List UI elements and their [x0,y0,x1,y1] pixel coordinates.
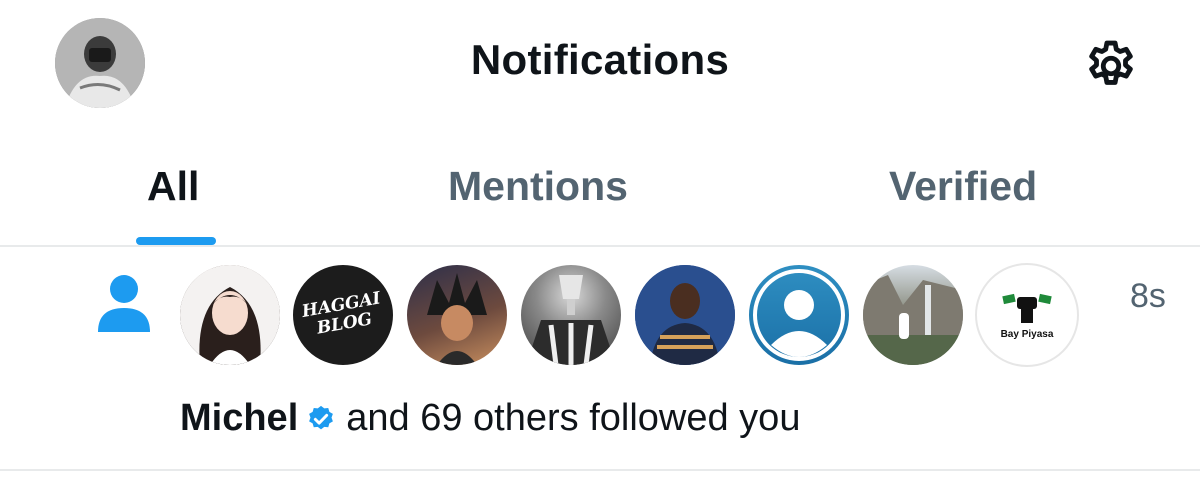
tab-mentions[interactable]: Mentions [448,163,628,210]
header: Notifications [0,0,1200,125]
notification-divider [0,469,1200,471]
follower-avatar[interactable] [178,263,282,367]
bay-piyasa-label: Bay Piyasa [1000,328,1054,340]
follower-avatar[interactable] [519,263,623,367]
tab-verified[interactable]: Verified [889,163,1037,210]
notification-message: and 69 others followed you [346,397,801,439]
follower-name[interactable]: Michel [180,397,298,439]
active-tab-indicator [136,237,216,245]
follower-avatar[interactable]: HAGGAI BLOG [291,263,395,367]
tab-all[interactable]: All [147,163,199,210]
person-icon [98,275,150,332]
tab-bar: All Mentions Verified [0,125,1200,245]
notification-text: Michel and 69 others followed you [180,397,800,440]
notification-item[interactable]: HAGGAI BLOG Bay Piyasa 8s Michel and 69 … [0,247,1200,469]
notification-time: 8s [1130,277,1166,315]
follower-avatar[interactable] [405,263,509,367]
follower-avatar[interactable] [633,263,737,367]
gear-icon [1089,40,1133,85]
verified-badge-icon [309,405,334,430]
follower-avatar[interactable] [861,263,965,367]
follower-avatar[interactable]: Bay Piyasa [975,263,1079,367]
bay-piyasa-logo-icon [1002,293,1052,323]
page-title: Notifications [470,36,730,83]
follower-avatar[interactable] [747,263,851,367]
settings-button[interactable] [1078,33,1144,99]
haggai-blog-logo: HAGGAI BLOG [300,288,383,339]
